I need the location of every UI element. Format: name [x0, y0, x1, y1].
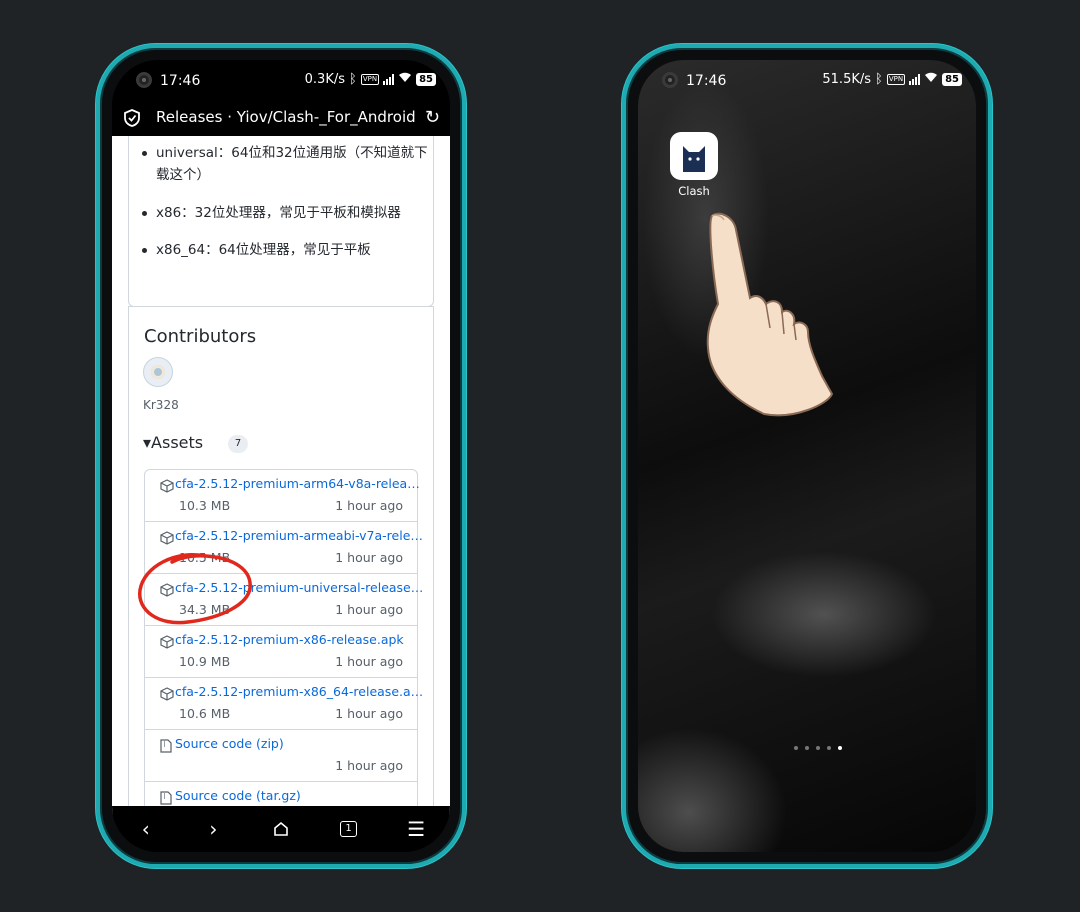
- asset-link[interactable]: cfa-2.5.12-premium-universal-release.apk: [175, 580, 425, 595]
- package-icon: [160, 530, 174, 549]
- bullet-x86: x86：32位处理器，常见于平板和模拟器: [142, 202, 436, 224]
- signal-icon: [909, 74, 921, 85]
- cat-icon: [683, 146, 705, 172]
- battery-indicator: 85: [942, 73, 962, 86]
- avatar[interactable]: [143, 357, 173, 387]
- page-indicator[interactable]: [794, 746, 842, 750]
- asset-list: cfa-2.5.12-premium-arm64-v8a-release.apk…: [144, 469, 425, 814]
- vpn-badge: VPN: [360, 74, 380, 85]
- menu-icon[interactable]: ☰: [396, 809, 436, 849]
- bullet-universal: universal：64位和32位通用版（不知道就下载这个）: [142, 142, 436, 186]
- reload-icon[interactable]: ↻: [425, 107, 440, 128]
- browser-screen: 17:46 0.3K/s ᛒ VPN 85 Releases · Yiov/Cl…: [112, 60, 450, 852]
- package-icon: [160, 478, 174, 497]
- tabs-count: 1: [340, 821, 357, 837]
- asset-size: 10.9 MB: [179, 654, 231, 669]
- signal-icon: [383, 74, 395, 85]
- asset-time: 1 hour ago: [335, 498, 403, 513]
- network-speed: 51.5K/s: [822, 72, 872, 87]
- package-icon: [160, 582, 174, 601]
- asset-time: 1 hour ago: [335, 654, 403, 669]
- right-phone: 17:46 51.5K/s ᛒ VPN 85 Clash: [622, 44, 992, 868]
- bluetooth-icon: ᛒ: [875, 72, 883, 87]
- asset-row[interactable]: cfa-2.5.12-premium-arm64-v8a-release.apk…: [145, 470, 425, 521]
- page-title: Releases · Yiov/Clash-_For_Android: [156, 108, 416, 126]
- status-bar: 17:46 0.3K/s ᛒ VPN 85: [112, 60, 450, 100]
- wifi-icon: [924, 72, 938, 87]
- browser-address-bar[interactable]: Releases · Yiov/Clash-_For_Android ↻: [112, 100, 450, 136]
- asset-row[interactable]: Source code (zip) 1 hour ago: [145, 729, 417, 781]
- status-bar: 17:46 51.5K/s ᛒ VPN 85: [638, 60, 976, 100]
- asset-link[interactable]: Source code (zip): [175, 736, 425, 751]
- left-phone: 17:46 0.3K/s ᛒ VPN 85 Releases · Yiov/Cl…: [96, 44, 466, 868]
- battery-indicator: 85: [416, 73, 436, 86]
- asset-row[interactable]: cfa-2.5.12-premium-x86_64-release.apk 10…: [145, 677, 425, 729]
- assets-count-badge: 7: [228, 435, 248, 453]
- asset-row-highlighted[interactable]: cfa-2.5.12-premium-universal-release.apk…: [145, 573, 425, 625]
- clash-app-icon[interactable]: [670, 132, 718, 180]
- asset-row[interactable]: cfa-2.5.12-premium-x86-release.apk 10.9 …: [145, 625, 417, 677]
- asset-link[interactable]: Source code (tar.gz): [175, 788, 425, 803]
- contributor-name[interactable]: Kr328: [143, 398, 179, 412]
- contributors-heading: Contributors: [144, 326, 257, 347]
- asset-row[interactable]: cfa-2.5.12-premium-armeabi-v7a-release.a…: [145, 521, 425, 573]
- file-zip-icon: [160, 738, 172, 757]
- asset-time: 1 hour ago: [335, 758, 403, 773]
- bluetooth-icon: ᛒ: [349, 72, 357, 87]
- asset-time: 1 hour ago: [335, 550, 403, 565]
- asset-size: 10.5 MB: [179, 550, 231, 565]
- back-icon[interactable]: ‹: [126, 809, 166, 849]
- github-release-page: universal：64位和32位通用版（不知道就下载这个） x86：32位处理…: [112, 136, 450, 814]
- asset-link[interactable]: cfa-2.5.12-premium-x86-release.apk: [175, 632, 425, 647]
- asset-time: 1 hour ago: [335, 602, 403, 617]
- asset-size: 10.6 MB: [179, 706, 231, 721]
- shield-icon[interactable]: [124, 109, 140, 131]
- status-time: 17:46: [686, 73, 727, 89]
- pointing-hand-icon: [706, 212, 834, 417]
- bullet-x86-64: x86_64：64位处理器，常见于平板: [142, 239, 436, 261]
- wifi-icon: [398, 72, 412, 87]
- browser-nav-bar: ‹ › 1 ☰: [112, 806, 450, 852]
- asset-link[interactable]: cfa-2.5.12-premium-armeabi-v7a-release.a…: [175, 528, 425, 543]
- asset-time: 1 hour ago: [335, 706, 403, 721]
- package-icon: [160, 686, 174, 705]
- front-camera: [136, 72, 152, 88]
- asset-link[interactable]: cfa-2.5.12-premium-arm64-v8a-release.apk: [175, 476, 425, 491]
- asset-size: 34.3 MB: [179, 602, 231, 617]
- home-icon[interactable]: [261, 809, 301, 849]
- home-screen: 17:46 51.5K/s ᛒ VPN 85 Clash: [638, 60, 976, 852]
- asset-size: 10.3 MB: [179, 498, 231, 513]
- status-time: 17:46: [160, 73, 201, 89]
- asset-link[interactable]: cfa-2.5.12-premium-x86_64-release.apk: [175, 684, 425, 699]
- caret-down-icon: ▾: [143, 433, 152, 452]
- assets-heading: Assets: [151, 433, 204, 452]
- clash-app-label: Clash: [678, 184, 710, 198]
- network-speed: 0.3K/s: [304, 72, 346, 87]
- tabs-button[interactable]: 1: [329, 809, 369, 849]
- vpn-badge: VPN: [886, 74, 906, 85]
- package-icon: [160, 634, 174, 653]
- forward-icon[interactable]: ›: [193, 809, 233, 849]
- front-camera: [662, 72, 678, 88]
- assets-toggle[interactable]: ▾Assets: [143, 433, 203, 452]
